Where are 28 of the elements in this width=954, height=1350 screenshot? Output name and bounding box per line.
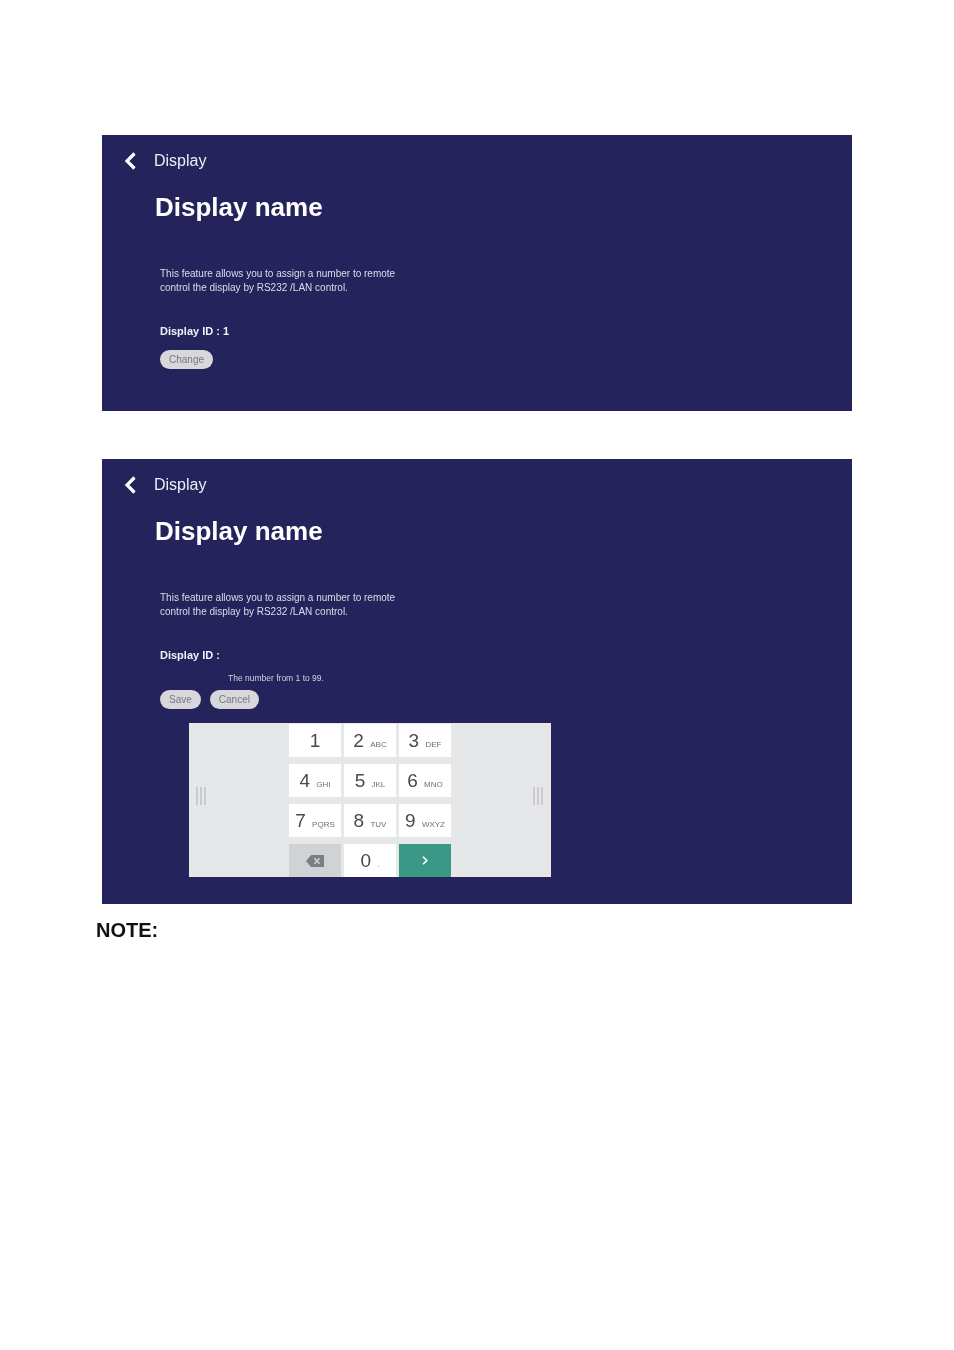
- back-button[interactable]: Display: [124, 151, 207, 171]
- key-button[interactable]: 6 MNO: [399, 764, 451, 797]
- chevron-right-icon: [422, 856, 428, 865]
- display-id-label: Display ID :: [160, 648, 220, 662]
- back-button[interactable]: Display: [124, 475, 207, 495]
- id-input-field[interactable]: The number from 1 to 99.: [228, 672, 332, 684]
- page-title: Display name: [155, 191, 323, 223]
- note-heading: NOTE:: [96, 918, 159, 942]
- key-button[interactable]: 7 PQRS: [289, 804, 341, 837]
- key-button[interactable]: 3 DEF: [399, 724, 451, 757]
- description-text: This feature allows you to assign a number to remote control the display by RS232 /LAN control.: [160, 591, 397, 619]
- key-button[interactable]: 1: [289, 724, 341, 757]
- key-button[interactable]: 2 ABC: [344, 724, 396, 757]
- drag-handle-icon[interactable]: [196, 787, 206, 805]
- description-text: This feature allows you to assign a number to remote control the display by RS232 /LAN control.: [160, 267, 397, 295]
- backspace-key[interactable]: [289, 844, 341, 877]
- key-button[interactable]: 0 .: [344, 844, 396, 877]
- key-button[interactable]: 9 WXYZ: [399, 804, 451, 837]
- key-button[interactable]: 5 JKL: [344, 764, 396, 797]
- enter-key[interactable]: [399, 844, 451, 877]
- key-button[interactable]: 4 GHI: [289, 764, 341, 797]
- chevron-left-icon: [124, 152, 137, 170]
- display-id-label: Display ID : 1: [160, 324, 230, 338]
- backspace-icon: [306, 854, 324, 867]
- key-button[interactable]: 8 TUV: [344, 804, 396, 837]
- drag-handle-icon[interactable]: [533, 787, 543, 805]
- chevron-left-icon: [124, 476, 137, 494]
- page-title: Display name: [155, 515, 323, 547]
